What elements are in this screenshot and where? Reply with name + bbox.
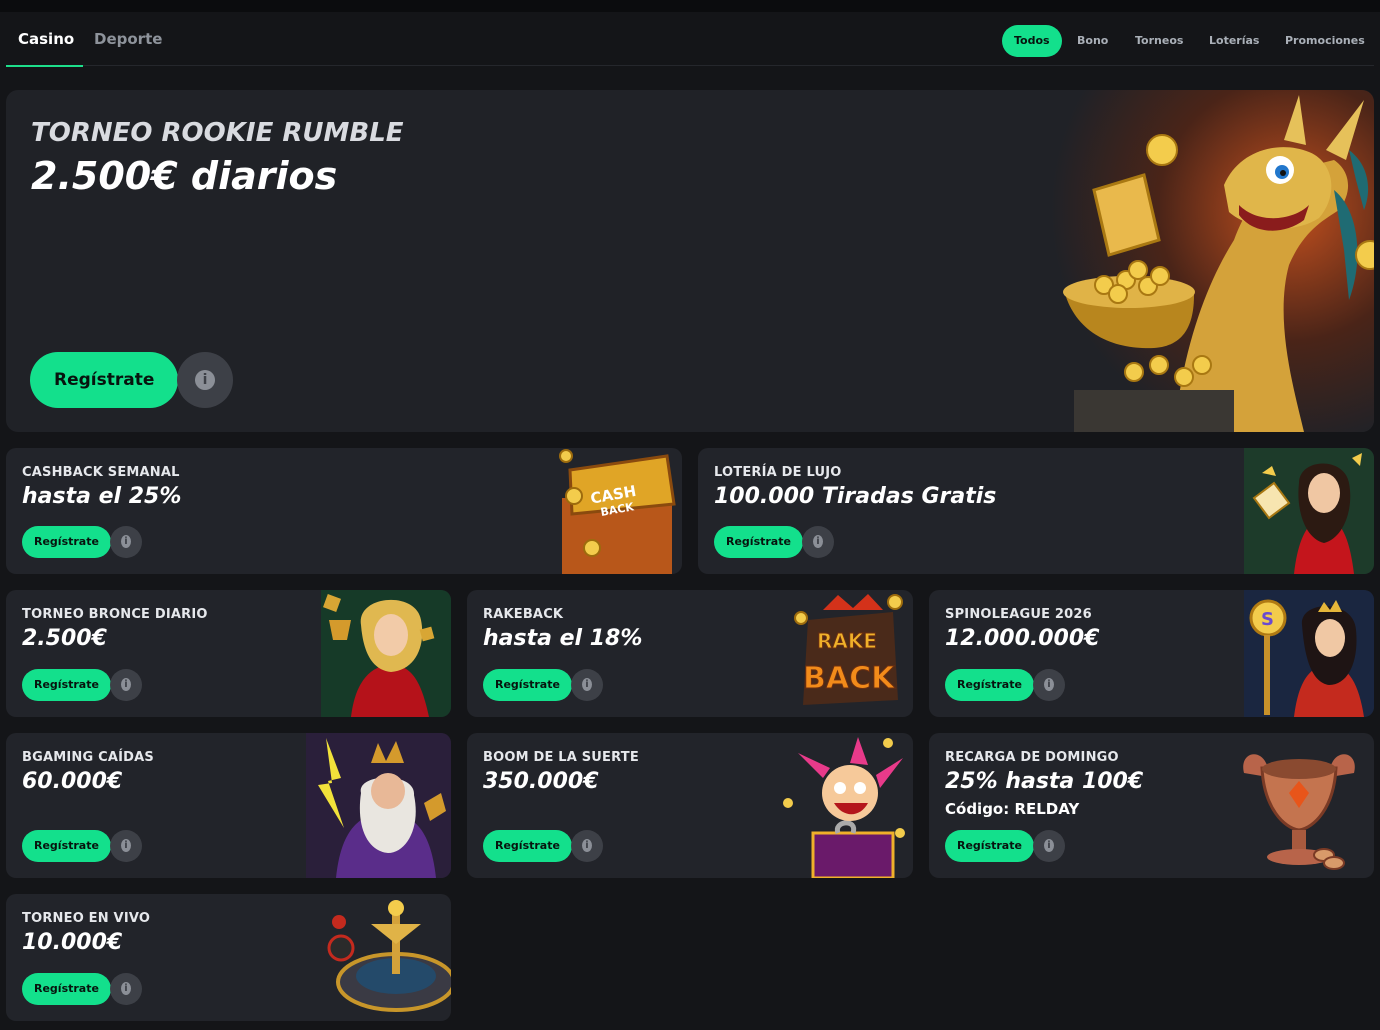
promo-eyebrow: LOTERÍA DE LUJO xyxy=(714,465,842,480)
promo-card-recarga-domingo[interactable]: RECARGA DE DOMINGO 25% hasta 100€ Código… xyxy=(929,733,1374,878)
svg-text:S: S xyxy=(1261,609,1274,630)
promo-card-torneo-vivo[interactable]: TORNEO EN VIVO 10.000€ Regístrate xyxy=(6,894,451,1021)
register-button[interactable]: Regístrate xyxy=(22,669,111,701)
roulette-wheel-illustration xyxy=(327,900,451,1012)
filter-promociones[interactable]: Promociones xyxy=(1285,25,1365,57)
filter-bono[interactable]: Bono xyxy=(1077,25,1108,57)
info-icon[interactable] xyxy=(571,669,603,701)
promo-headline: 60.000€ xyxy=(22,769,123,794)
promo-headline: hasta el 25% xyxy=(22,484,182,509)
jester-in-box-illustration xyxy=(783,737,905,878)
filter-torneos[interactable]: Torneos xyxy=(1135,25,1183,57)
active-tab-indicator xyxy=(6,65,83,67)
info-icon[interactable] xyxy=(110,973,142,1005)
filter-todos[interactable]: Todos xyxy=(1002,25,1062,57)
promo-headline: 2.500€ xyxy=(22,626,107,651)
promo-card-loteria[interactable]: LOTERÍA DE LUJO 100.000 Tiradas Gratis R… xyxy=(698,448,1374,574)
hero-info-icon[interactable] xyxy=(177,352,233,408)
promo-card-cashback[interactable]: CASHBACK SEMANAL hasta el 25% Regístrate… xyxy=(6,448,682,574)
svg-text:BACK: BACK xyxy=(803,661,896,696)
info-icon[interactable] xyxy=(110,669,142,701)
promo-headline: 350.000€ xyxy=(483,769,599,794)
queen-with-coin-illustration: S xyxy=(1244,590,1374,717)
rakeback-logo-illustration: RAKE BACK xyxy=(794,594,903,705)
promo-eyebrow: CASHBACK SEMANAL xyxy=(22,465,180,480)
info-icon[interactable] xyxy=(110,526,142,558)
lady-with-trophy-illustration xyxy=(321,590,451,717)
svg-text:RAKE: RAKE xyxy=(817,629,877,653)
info-icon[interactable] xyxy=(802,526,834,558)
treasure-chest-illustration: CASH BACK xyxy=(559,449,676,574)
register-button[interactable]: Regístrate xyxy=(22,526,111,558)
top-bar xyxy=(0,0,1380,12)
hero-title: 2.500€ diarios xyxy=(31,154,338,198)
promo-card-torneo-bronce[interactable]: TORNEO BRONCE DIARIO 2.500€ Regístrate xyxy=(6,590,451,717)
promo-eyebrow: BGAMING CAÍDAS xyxy=(22,750,154,765)
copper-chalice-illustration xyxy=(1243,754,1355,870)
hero-register-button[interactable]: Regístrate xyxy=(30,352,179,408)
register-button[interactable]: Regístrate xyxy=(714,526,803,558)
promo-eyebrow: RECARGA DE DOMINGO xyxy=(945,750,1119,765)
promo-headline: 12.000.000€ xyxy=(945,626,1100,651)
register-button[interactable]: Regístrate xyxy=(483,830,572,862)
tab-deporte[interactable]: Deporte xyxy=(94,30,162,48)
promo-card-boom-suerte[interactable]: BOOM DE LA SUERTE 350.000€ Regístrate xyxy=(467,733,913,878)
register-button[interactable]: Regístrate xyxy=(22,830,111,862)
register-button[interactable]: Regístrate xyxy=(22,973,111,1005)
register-button[interactable]: Regístrate xyxy=(945,669,1034,701)
promo-card-spinoleague[interactable]: SPINOLEAGUE 2026 12.000.000€ Regístrate … xyxy=(929,590,1374,717)
promo-eyebrow: BOOM DE LA SUERTE xyxy=(483,750,639,765)
register-button[interactable]: Regístrate xyxy=(483,669,572,701)
promo-headline: 25% hasta 100€ xyxy=(945,769,1144,794)
category-nav: Casino Deporte Todos Bono Torneos Loterí… xyxy=(6,14,1374,67)
hero-eyebrow: TORNEO ROOKIE RUMBLE xyxy=(31,118,404,148)
golden-dragon-illustration xyxy=(1034,90,1374,432)
info-icon[interactable] xyxy=(1033,669,1065,701)
lady-with-cards-illustration xyxy=(1244,448,1374,574)
info-icon[interactable] xyxy=(571,830,603,862)
promo-eyebrow: TORNEO BRONCE DIARIO xyxy=(22,607,208,622)
zeus-with-lightning-illustration xyxy=(306,733,451,878)
hero-banner: TORNEO ROOKIE RUMBLE 2.500€ diarios Regí… xyxy=(6,90,1374,432)
promo-card-rakeback[interactable]: RAKEBACK hasta el 18% Regístrate RAKE BA… xyxy=(467,590,913,717)
info-icon[interactable] xyxy=(110,830,142,862)
info-icon[interactable] xyxy=(1033,830,1065,862)
promo-code: Código: RELDAY xyxy=(945,800,1080,818)
promo-eyebrow: SPINOLEAGUE 2026 xyxy=(945,607,1092,622)
promo-headline: hasta el 18% xyxy=(483,626,643,651)
promo-eyebrow: TORNEO EN VIVO xyxy=(22,911,151,926)
tab-casino[interactable]: Casino xyxy=(18,30,74,48)
promo-headline: 100.000 Tiradas Gratis xyxy=(714,484,997,509)
promo-eyebrow: RAKEBACK xyxy=(483,607,564,622)
register-button[interactable]: Regístrate xyxy=(945,830,1034,862)
filter-loterias[interactable]: Loterías xyxy=(1209,25,1259,57)
promo-card-bgaming[interactable]: BGAMING CAÍDAS 60.000€ Regístrate xyxy=(6,733,451,878)
promo-headline: 10.000€ xyxy=(22,930,123,955)
